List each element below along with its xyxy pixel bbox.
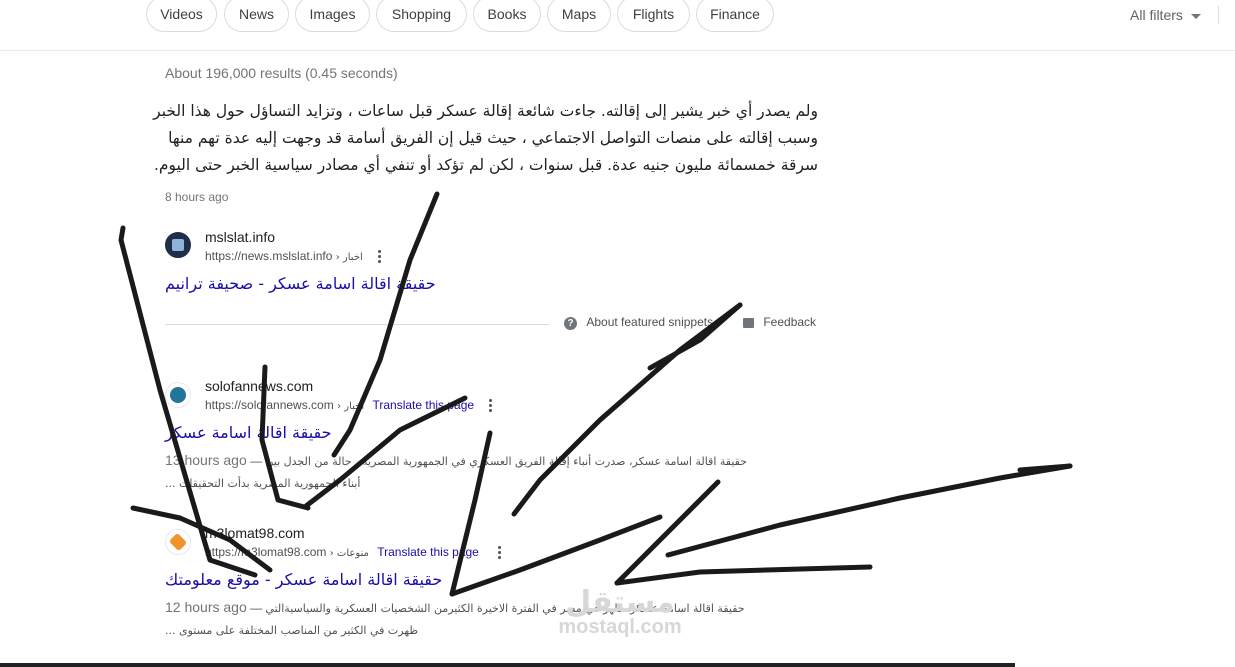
taskbar-edge [0, 663, 1015, 667]
ink-stroke [331, 191, 440, 458]
ink-stroke [614, 564, 873, 586]
ink-stroke [614, 479, 721, 586]
ink-stroke [449, 430, 493, 597]
annotation-overlay [118, 191, 1073, 597]
ink-stroke [303, 395, 468, 509]
ink-stroke [259, 364, 311, 511]
ink-stroke [665, 463, 1073, 558]
